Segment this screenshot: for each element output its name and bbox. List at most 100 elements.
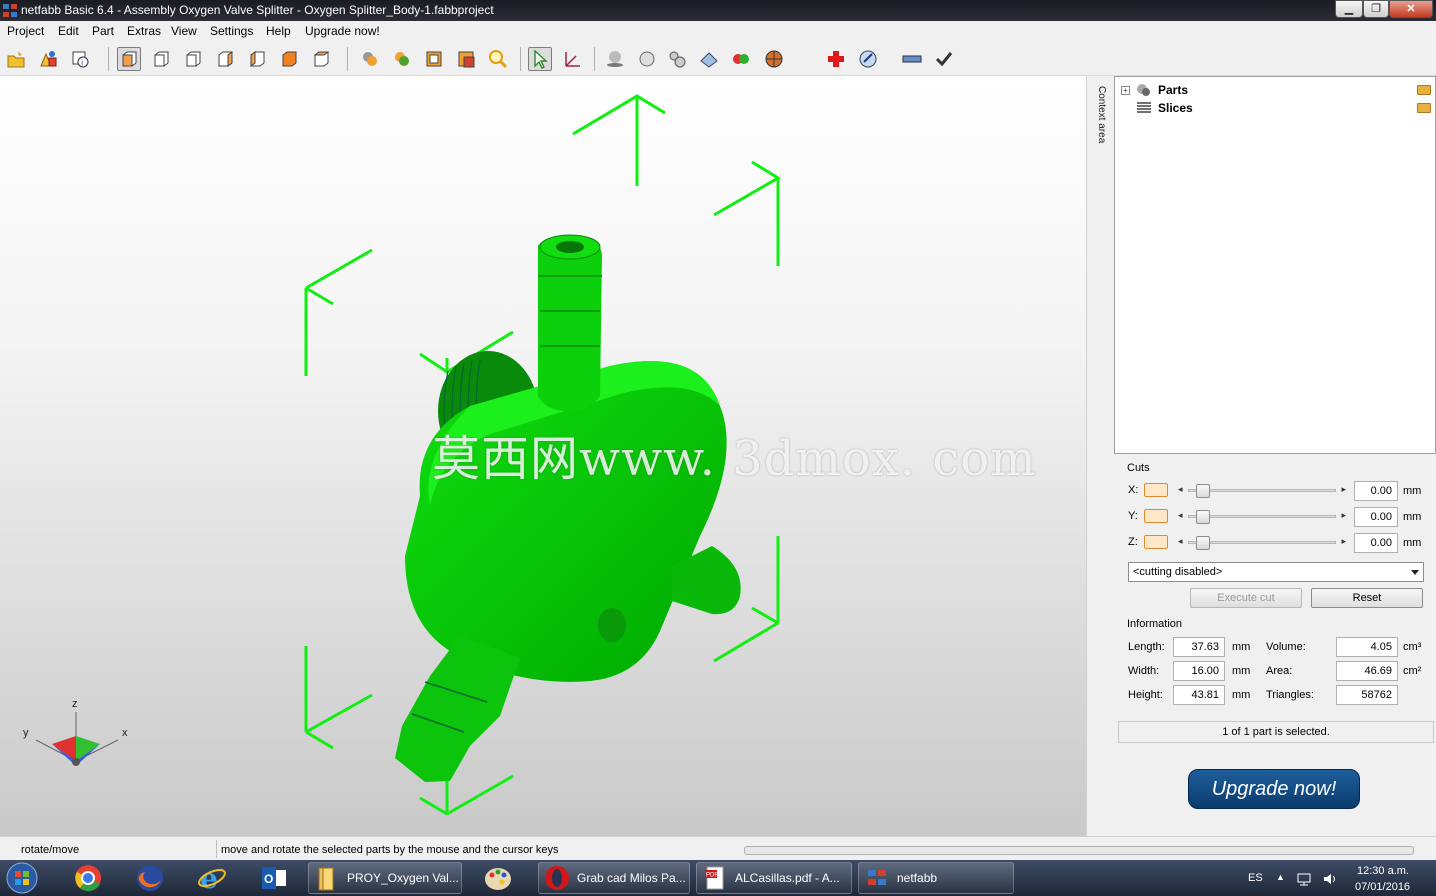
tree-item-slices[interactable]: Slices	[1121, 100, 1193, 116]
view-right-icon[interactable]	[245, 47, 269, 71]
view-left-icon[interactable]	[213, 47, 237, 71]
measure-axis-icon[interactable]	[560, 47, 584, 71]
view-box-2-icon[interactable]	[454, 47, 478, 71]
menu-upgrade[interactable]: Upgrade now!	[305, 24, 380, 38]
height-unit: mm	[1232, 689, 1251, 701]
open-project-icon[interactable]	[4, 47, 28, 71]
menu-view[interactable]: View	[171, 24, 197, 38]
cut-y-slider[interactable]: ◂ ▸	[1178, 510, 1346, 524]
cut-y-unit: mm	[1403, 511, 1422, 523]
3d-viewport[interactable]: 莫西网www. 3dmox. com z y x	[0, 76, 1086, 836]
clock-date[interactable]: 07/01/2016	[1355, 881, 1410, 893]
cut-row-y: Y: ◂ ▸ 0.00 mm	[1124, 507, 1434, 527]
horizontal-scrollbar[interactable]	[744, 846, 1414, 855]
svg-text:i: i	[81, 59, 83, 68]
outlook-taskbar-icon[interactable]: O	[258, 862, 290, 894]
maximize-button[interactable]: ❐	[1363, 0, 1389, 18]
right-panel: + Parts Slices Cuts X: ◂ ▸ 0.00 mm Y: ◂ …	[1114, 76, 1436, 836]
tray-expand-icon[interactable]: ▲	[1276, 872, 1285, 882]
context-area-strip[interactable]: Context area	[1086, 76, 1114, 836]
volume-icon[interactable]	[1322, 872, 1338, 886]
slider-right-arrow-icon[interactable]: ▸	[1341, 484, 1346, 495]
clock-time[interactable]: 12:30 a.m.	[1357, 865, 1409, 877]
pointer-tool-icon[interactable]	[528, 47, 552, 71]
folder-icon[interactable]	[1417, 103, 1431, 113]
volume-label: Volume:	[1266, 641, 1306, 653]
select-parts-icon[interactable]	[390, 47, 414, 71]
menu-project[interactable]: Project	[7, 24, 44, 38]
firefox-icon	[137, 865, 163, 891]
minimize-button[interactable]: ▁	[1335, 0, 1363, 18]
chrome-taskbar-icon[interactable]	[72, 862, 104, 894]
cut-z-slider[interactable]: ◂ ▸	[1178, 536, 1346, 550]
surface-icon[interactable]	[697, 47, 721, 71]
start-button[interactable]	[6, 862, 38, 894]
part-oxygen-splitter[interactable]	[395, 234, 741, 782]
menu-extras[interactable]: Extras	[127, 24, 161, 38]
cut-y-value[interactable]: 0.00	[1354, 507, 1398, 527]
shading-icon[interactable]	[603, 47, 627, 71]
slider-right-arrow-icon[interactable]: ▸	[1341, 510, 1346, 521]
ie-taskbar-icon[interactable]: e	[196, 862, 228, 894]
ruler-icon[interactable]	[900, 47, 924, 71]
reset-button[interactable]: Reset	[1311, 588, 1423, 608]
area-value: 46.69	[1336, 661, 1398, 681]
network-icon[interactable]	[1296, 872, 1312, 886]
view-front-icon[interactable]	[149, 47, 173, 71]
select-all-icon[interactable]	[358, 47, 382, 71]
tree-item-parts[interactable]: + Parts	[1121, 82, 1188, 98]
cut-mode-dropdown[interactable]: <cutting disabled>	[1128, 562, 1424, 582]
area-label: Area:	[1266, 665, 1293, 677]
menu-edit[interactable]: Edit	[58, 24, 79, 38]
add-part-icon[interactable]	[36, 47, 60, 71]
repair-cross-icon[interactable]	[824, 47, 848, 71]
slider-right-arrow-icon[interactable]: ▸	[1341, 536, 1346, 547]
view-box-icon[interactable]	[422, 47, 446, 71]
taskbar-window-proy[interactable]: PROY_Oxygen Val...	[308, 862, 462, 894]
view-default-icon[interactable]	[117, 47, 141, 71]
checkmark-icon[interactable]	[932, 47, 956, 71]
cut-x-slider[interactable]: ◂ ▸	[1178, 484, 1346, 498]
cut-y-toggle[interactable]	[1144, 509, 1168, 523]
pdf-icon: PDF	[705, 866, 724, 890]
folder-icon[interactable]	[1417, 85, 1431, 95]
part-info-icon[interactable]: i	[68, 47, 92, 71]
paint-palette-icon	[485, 868, 511, 890]
taskbar-window-pdf[interactable]: PDF ALCasillas.pdf - A...	[696, 862, 852, 894]
close-button[interactable]: ✕	[1389, 0, 1433, 18]
execute-cut-button[interactable]: Execute cut	[1190, 588, 1302, 608]
opera-icon	[545, 866, 569, 890]
slider-left-arrow-icon[interactable]: ◂	[1178, 510, 1183, 521]
menu-settings[interactable]: Settings	[210, 24, 253, 38]
cut-z-value[interactable]: 0.00	[1354, 533, 1398, 553]
spheres-icon[interactable]	[665, 47, 689, 71]
two-spheres-icon[interactable]	[729, 47, 753, 71]
analyze-icon[interactable]	[856, 47, 880, 71]
language-indicator[interactable]: ES	[1248, 872, 1263, 884]
cut-x-toggle[interactable]	[1144, 483, 1168, 497]
firefox-taskbar-icon[interactable]	[134, 862, 166, 894]
menu-help[interactable]: Help	[266, 24, 291, 38]
upgrade-now-button[interactable]: Upgrade now!	[1188, 769, 1360, 809]
view-back-icon[interactable]	[181, 47, 205, 71]
menu-part[interactable]: Part	[92, 24, 114, 38]
cut-x-value[interactable]: 0.00	[1354, 481, 1398, 501]
cut-x-unit: mm	[1403, 485, 1422, 497]
slider-left-arrow-icon[interactable]: ◂	[1178, 536, 1183, 547]
window-title: netfabb Basic 6.4 - Assembly Oxygen Valv…	[21, 3, 494, 17]
height-value: 43.81	[1173, 685, 1225, 705]
taskbar-window-netfabb[interactable]: netfabb	[858, 862, 1014, 894]
paint-taskbar-icon[interactable]	[482, 862, 514, 894]
expand-toggle[interactable]: +	[1121, 85, 1130, 95]
length-unit: mm	[1232, 641, 1251, 653]
internet-explorer-icon: e	[198, 862, 226, 894]
sphere-icon[interactable]	[635, 47, 659, 71]
netfabb-icon	[868, 870, 886, 885]
cut-z-toggle[interactable]	[1144, 535, 1168, 549]
view-top-icon[interactable]	[277, 47, 301, 71]
zoom-icon[interactable]	[486, 47, 510, 71]
taskbar-window-grabcad[interactable]: Grab cad Milos Pa...	[538, 862, 690, 894]
view-bottom-icon[interactable]	[309, 47, 333, 71]
slider-left-arrow-icon[interactable]: ◂	[1178, 484, 1183, 495]
color-wheel-icon[interactable]	[762, 47, 786, 71]
